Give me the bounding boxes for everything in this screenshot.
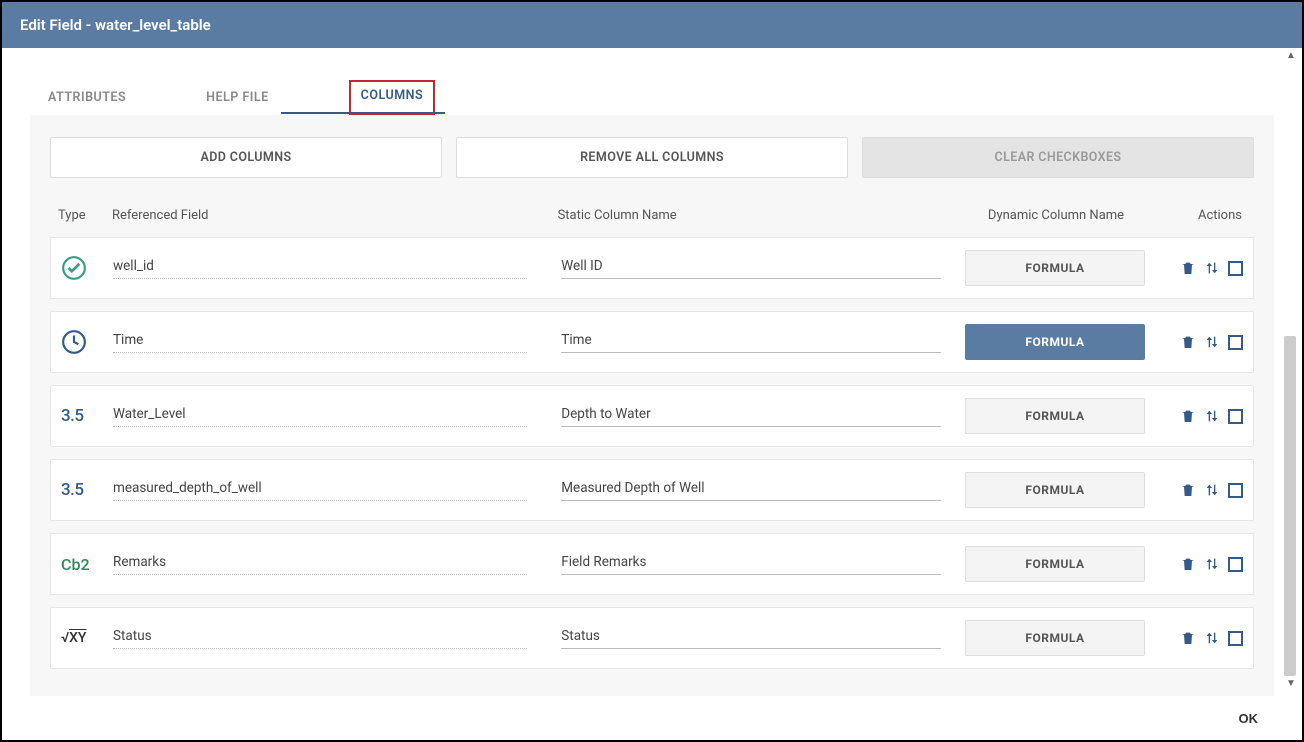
static-column-name-input[interactable]: Time	[561, 332, 941, 353]
table-row: 3.5 measured_depth_of_well Measured Depth …	[50, 459, 1254, 521]
header-static-column-name: Static Column Name	[558, 208, 966, 223]
dialog-footer: OK	[2, 696, 1302, 740]
static-column-name-input[interactable]: Field Remarks	[561, 554, 941, 575]
row-actions	[1145, 482, 1245, 498]
reorder-icon[interactable]	[1204, 334, 1220, 350]
table-header: Type Referenced Field Static Column Name…	[50, 202, 1254, 237]
toolbar: ADD COLUMNS REMOVE ALL COLUMNS CLEAR CHE…	[50, 137, 1254, 178]
clear-checkboxes-button: CLEAR CHECKBOXES	[862, 137, 1254, 178]
delete-icon[interactable]	[1180, 482, 1196, 498]
add-columns-button[interactable]: ADD COLUMNS	[50, 137, 442, 178]
header-type: Type	[58, 208, 112, 223]
referenced-field-input[interactable]: Status	[113, 628, 527, 649]
row-checkbox[interactable]	[1228, 409, 1243, 424]
delete-icon[interactable]	[1180, 408, 1196, 424]
formula-button[interactable]: FORMULA	[965, 250, 1145, 286]
referenced-field-input[interactable]: Time	[113, 332, 527, 353]
type-cell	[59, 329, 113, 355]
row-actions	[1145, 334, 1245, 350]
row-actions	[1145, 260, 1245, 276]
formula-button[interactable]: FORMULA	[965, 620, 1145, 656]
tab-attributes[interactable]: ATTRIBUTES	[48, 80, 126, 115]
static-column-name-input[interactable]: Measured Depth of Well	[561, 480, 941, 501]
remove-all-columns-button[interactable]: REMOVE ALL COLUMNS	[456, 137, 848, 178]
type-cell: 3.5	[59, 406, 113, 426]
row-actions	[1145, 408, 1245, 424]
tab-bar: ATTRIBUTES HELP FILE COLUMNS	[2, 80, 1302, 115]
table-row: Time Time FORMULA	[50, 311, 1254, 373]
formula-button[interactable]: FORMULA	[965, 472, 1145, 508]
formula-icon: √XY	[61, 630, 86, 646]
formula-button[interactable]: FORMULA	[965, 324, 1145, 360]
referenced-field-input[interactable]: measured_depth_of_well	[113, 480, 527, 501]
reorder-icon[interactable]	[1204, 630, 1220, 646]
header-actions: Actions	[1146, 208, 1246, 223]
table-row: 3.5 Water_Level Depth to Water FORMULA	[50, 385, 1254, 447]
referenced-field-input[interactable]: Water_Level	[113, 406, 527, 427]
tab-helpfile[interactable]: HELP FILE	[206, 80, 269, 115]
referenced-field-input[interactable]: Remarks	[113, 554, 527, 575]
row-actions	[1145, 630, 1245, 646]
reorder-icon[interactable]	[1204, 408, 1220, 424]
ok-button[interactable]: OK	[1239, 711, 1259, 726]
row-checkbox[interactable]	[1228, 631, 1243, 646]
number-icon: 3.5	[61, 406, 84, 426]
tab-columns[interactable]: COLUMNS	[349, 80, 435, 115]
row-checkbox[interactable]	[1228, 483, 1243, 498]
row-actions	[1145, 556, 1245, 572]
static-column-name-input[interactable]: Status	[561, 628, 941, 649]
table-row: √XY Status Status FORMULA	[50, 607, 1254, 669]
type-cell	[59, 255, 113, 281]
dialog-title: Edit Field - water_level_table	[2, 2, 1302, 48]
scrollbar-thumb[interactable]	[1284, 336, 1296, 676]
row-checkbox[interactable]	[1228, 335, 1243, 350]
dialog-body: ATTRIBUTES HELP FILE COLUMNS ADD COLUMNS…	[2, 48, 1302, 698]
type-cell: 3.5	[59, 480, 113, 500]
reorder-icon[interactable]	[1204, 556, 1220, 572]
checkfield-icon	[61, 255, 87, 281]
formula-button[interactable]: FORMULA	[965, 398, 1145, 434]
row-checkbox[interactable]	[1228, 557, 1243, 572]
static-column-name-input[interactable]: Well ID	[561, 258, 941, 279]
type-cell: √XY	[59, 630, 113, 646]
combo-icon: Cb2	[61, 555, 90, 574]
number-icon: 3.5	[61, 480, 84, 500]
formula-button[interactable]: FORMULA	[965, 546, 1145, 582]
delete-icon[interactable]	[1180, 260, 1196, 276]
type-cell: Cb2	[59, 555, 113, 574]
delete-icon[interactable]	[1180, 630, 1196, 646]
table-row: well_id Well ID FORMULA	[50, 237, 1254, 299]
referenced-field-input[interactable]: well_id	[113, 258, 527, 279]
delete-icon[interactable]	[1180, 556, 1196, 572]
columns-panel: ADD COLUMNS REMOVE ALL COLUMNS CLEAR CHE…	[30, 115, 1274, 698]
header-referenced-field: Referenced Field	[112, 208, 558, 223]
row-checkbox[interactable]	[1228, 261, 1243, 276]
delete-icon[interactable]	[1180, 334, 1196, 350]
clock-icon	[61, 329, 87, 355]
header-dynamic-column-name: Dynamic Column Name	[966, 208, 1146, 223]
reorder-icon[interactable]	[1204, 260, 1220, 276]
scroll-down-icon[interactable]: ▼	[1284, 678, 1298, 692]
static-column-name-input[interactable]: Depth to Water	[561, 406, 941, 427]
reorder-icon[interactable]	[1204, 482, 1220, 498]
table-row: Cb2 Remarks Field Remarks FORMULA	[50, 533, 1254, 595]
